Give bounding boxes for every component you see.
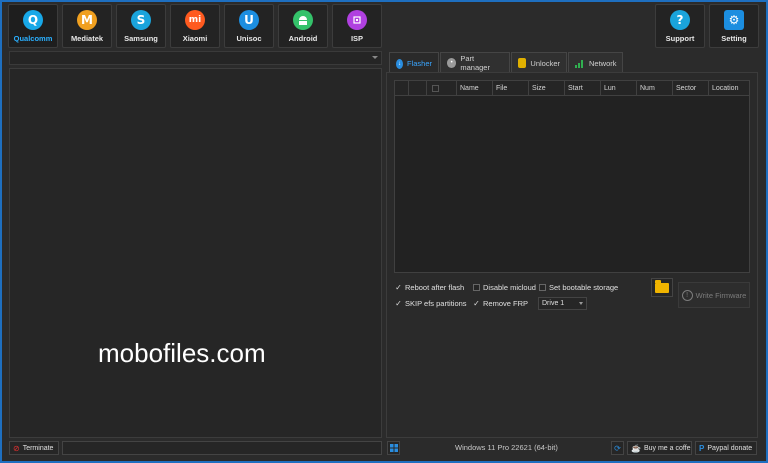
set-bootable-storage-checkbox[interactable]: Set bootable storage [539, 283, 618, 292]
write-firmware-label: Write Firmware [695, 290, 747, 300]
terminate-button[interactable]: ⊘ Terminate [9, 441, 59, 455]
column-location[interactable]: Location [709, 81, 749, 96]
column-file[interactable]: File [493, 81, 529, 96]
vendor-label: ISP [350, 34, 364, 43]
refresh-button[interactable]: ⟳ [611, 441, 624, 455]
disable-micloud-checkbox[interactable]: Disable micloud [473, 283, 536, 292]
vendor-label: Unisoc [236, 34, 262, 43]
log-panel [9, 68, 382, 438]
reboot-after-flash-checkbox[interactable]: ✓ Reboot after flash [395, 283, 464, 292]
watermark: mobofiles.com [98, 338, 266, 368]
refresh-icon: ⟳ [614, 443, 621, 453]
column-size[interactable]: Size [529, 81, 565, 96]
folder-icon [655, 279, 669, 293]
tab-network[interactable]: Network [568, 52, 623, 73]
select-all-checkbox[interactable] [432, 85, 439, 92]
tab-label: Unlocker [530, 58, 560, 68]
tool-label: Support [665, 34, 695, 43]
write-firmware-button[interactable]: ! Write Firmware [678, 282, 750, 308]
chevron-down-icon [372, 56, 378, 59]
mediatek-icon: M [77, 10, 97, 30]
paypal-label: Paypal donate [707, 444, 753, 452]
windows-icon [389, 444, 398, 452]
gear-icon: ⚙ [724, 10, 744, 30]
checkbox-box [473, 284, 480, 291]
option-label: Reboot after flash [405, 283, 465, 292]
remove-frp-checkbox[interactable]: ✓ Remove FRP [473, 299, 528, 308]
support-button[interactable]: ? Support [655, 4, 705, 48]
skip-efs-checkbox[interactable]: ✓ SKIP efs partitions [395, 299, 467, 308]
column-name[interactable]: Name [457, 81, 493, 96]
vendor-button-isp[interactable]: ISP [332, 4, 382, 48]
drive-select-value: Drive 1 [542, 300, 565, 307]
column-spacer [409, 81, 427, 96]
tab-flasher[interactable]: ↓ Flasher [389, 52, 439, 74]
info-icon: ! [681, 289, 693, 301]
vendor-label: Qualcomm [13, 34, 53, 43]
terminate-label: Terminate [22, 444, 54, 452]
drive-select[interactable]: Drive 1 [538, 297, 587, 310]
check-icon: ✓ [395, 283, 402, 292]
vendor-button-android[interactable]: Android [278, 4, 328, 48]
vendor-button-samsung[interactable]: S Samsung [116, 4, 166, 48]
chevron-down-icon [579, 302, 583, 305]
buy-coffee-button[interactable]: ☕ Buy me a coffe [627, 441, 692, 455]
paypal-icon: P [699, 443, 705, 453]
progress-field [62, 441, 382, 455]
samsung-icon: S [131, 10, 151, 30]
tab-part-manager[interactable]: • Part manager [440, 52, 510, 73]
tab-unlocker[interactable]: Unlocker [511, 52, 567, 73]
vendor-button-xiaomi[interactable]: mi Xiaomi [170, 4, 220, 48]
vendor-label: Samsung [124, 34, 158, 43]
signal-icon [575, 58, 585, 68]
vendor-label: Xiaomi [182, 34, 208, 43]
check-icon: ✓ [395, 299, 402, 308]
checkbox-box [539, 284, 546, 291]
column-start[interactable]: Start [565, 81, 601, 96]
help-icon: ? [670, 10, 690, 30]
tool-label: Setting [721, 34, 747, 43]
stop-icon: ⊘ [13, 443, 20, 453]
column-num[interactable]: Num [637, 81, 673, 96]
option-label: Disable micloud [483, 283, 536, 292]
column-select-all[interactable] [427, 81, 457, 96]
xiaomi-icon: mi [185, 10, 205, 30]
disk-icon: • [447, 58, 457, 68]
windows-button[interactable] [387, 441, 400, 455]
open-folder-button[interactable] [651, 278, 673, 297]
qualcomm-icon: Q [23, 10, 43, 30]
coffee-icon: ☕ [631, 443, 641, 453]
table-header: Name File Size Start Lun Num Sector Loca… [395, 81, 749, 96]
vendor-button-unisoc[interactable]: U Unisoc [224, 4, 274, 48]
tab-label: Flasher [406, 59, 432, 68]
vendor-button-mediatek[interactable]: M Mediatek [62, 4, 112, 48]
partition-table[interactable]: Name File Size Start Lun Num Sector Loca… [394, 80, 750, 273]
column-lun[interactable]: Lun [601, 81, 637, 96]
option-label: Set bootable storage [549, 283, 619, 292]
tab-label: Part manager [460, 54, 490, 72]
column-index [395, 81, 409, 96]
coffee-label: Buy me a coffe [643, 444, 691, 452]
check-icon: ✓ [473, 299, 480, 308]
column-sector[interactable]: Sector [673, 81, 709, 96]
chip-icon [347, 10, 367, 30]
tab-label: Network [589, 58, 617, 68]
download-icon: ↓ [396, 58, 403, 69]
os-info: Windows 11 Pro 22621 (64-bit) [455, 443, 558, 452]
option-label: SKIP efs partitions [405, 299, 467, 308]
option-label: Remove FRP [483, 299, 529, 308]
unisoc-icon: U [239, 10, 259, 30]
vendor-label: Android [288, 34, 318, 43]
vendor-label: Mediatek [70, 34, 104, 43]
android-icon [293, 10, 313, 30]
lock-icon [518, 58, 527, 68]
port-select[interactable] [9, 51, 382, 65]
paypal-donate-button[interactable]: P Paypal donate [695, 441, 757, 455]
vendor-button-qualcomm[interactable]: Q Qualcomm [8, 4, 58, 48]
setting-button[interactable]: ⚙ Setting [709, 4, 759, 48]
